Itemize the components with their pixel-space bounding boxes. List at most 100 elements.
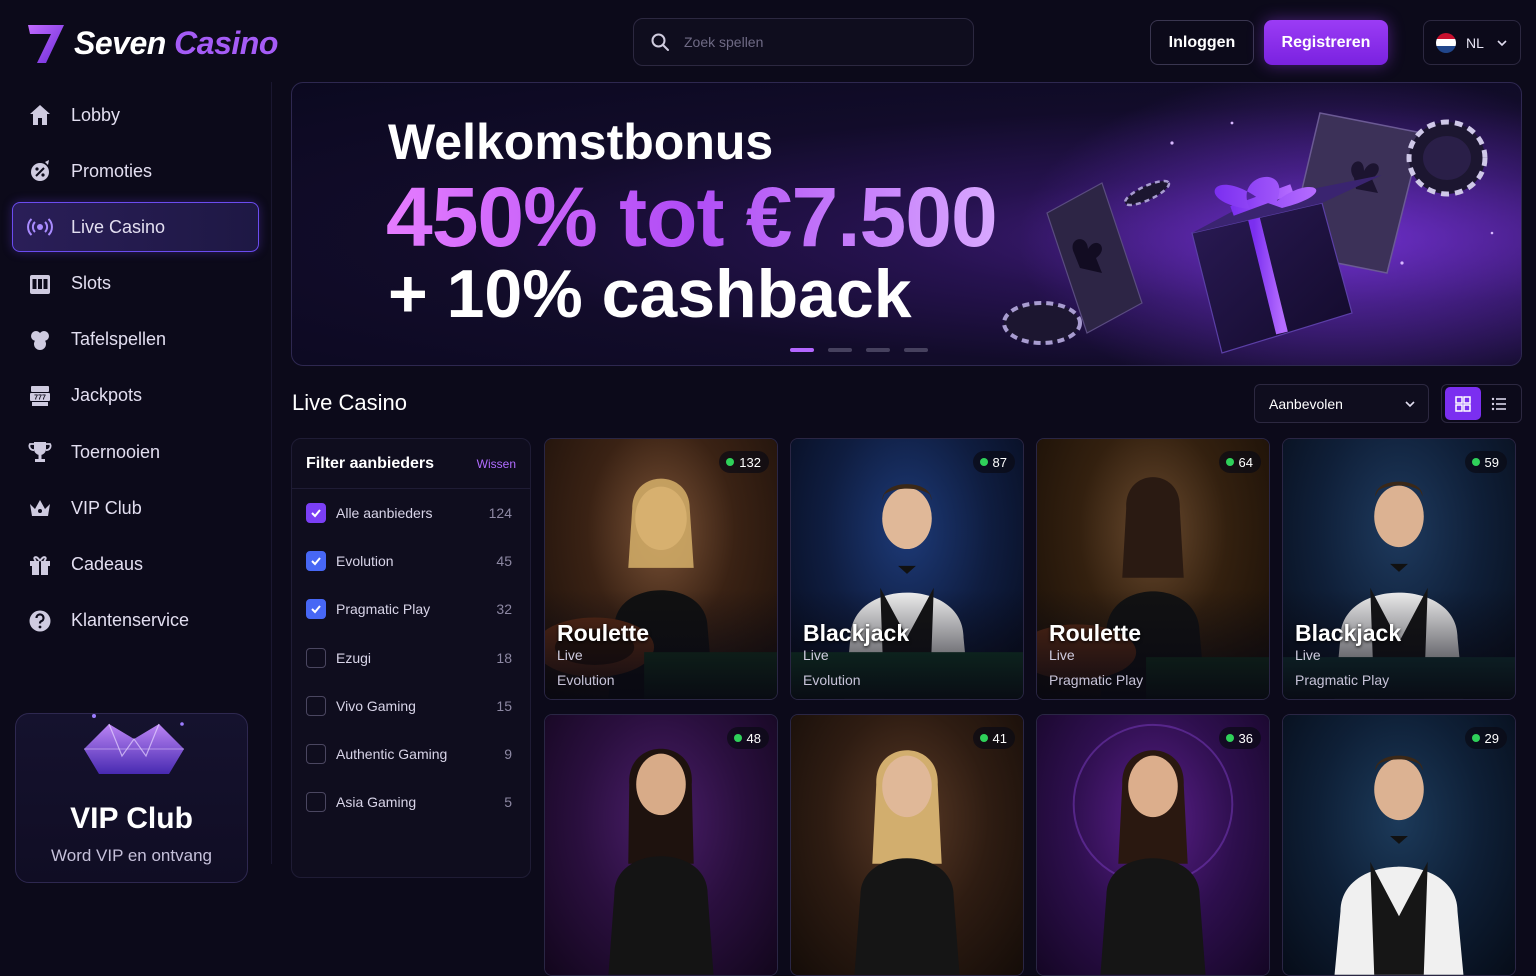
sidebar-item-label: Promoties xyxy=(71,160,153,181)
crown-icon xyxy=(30,500,50,517)
sidebar-item-live-casino[interactable]: Live Casino xyxy=(12,202,259,253)
brand-name-part2: Casino xyxy=(174,24,278,61)
player-count: 41 xyxy=(992,730,1007,746)
sidebar-item-klantenservice[interactable]: Klantenservice xyxy=(12,596,259,646)
checkbox-checked[interactable] xyxy=(306,503,326,524)
game-card[interactable]: 132 Roulette Live Evolution xyxy=(544,438,778,700)
promo-banner[interactable]: Welkomstbonus 450% tot €7.500 + 10% cash… xyxy=(291,82,1522,366)
filter-item-authentic-gaming[interactable]: Authentic Gaming 9 xyxy=(292,730,530,778)
grid-view-button[interactable] xyxy=(1445,387,1481,420)
checkmark-icon xyxy=(311,557,321,566)
game-type: Live xyxy=(557,647,583,663)
checkbox-unchecked[interactable] xyxy=(306,647,326,668)
filter-item-alle-aanbieders[interactable]: Alle aanbieders 124 xyxy=(292,489,530,537)
list-icon xyxy=(1491,397,1506,410)
game-card[interactable]: 29 xyxy=(1282,714,1516,976)
section-title: Live Casino xyxy=(292,390,407,415)
dealer-figure xyxy=(854,750,960,975)
game-card[interactable]: 64 Roulette Live Pragmatic Play xyxy=(1036,438,1270,700)
trophy-icon xyxy=(28,442,52,463)
register-button[interactable]: Registreren xyxy=(1264,20,1388,65)
seven-logo-icon xyxy=(28,25,64,63)
sidebar-item-lobby[interactable]: Lobby xyxy=(12,90,259,140)
sidebar-item-tafelspellen[interactable]: Tafelspellen xyxy=(12,315,259,365)
filter-item-label: Pragmatic Play xyxy=(336,601,431,618)
game-type: Live xyxy=(1049,647,1075,663)
game-type: Live xyxy=(1295,647,1321,663)
game-card[interactable]: 59 Blackjack Live Pragmatic Play xyxy=(1282,438,1516,700)
checkbox-checked[interactable] xyxy=(306,599,326,620)
sidebar-item-promoties[interactable]: Promoties xyxy=(12,146,259,196)
clear-filter-link[interactable]: Wissen xyxy=(477,457,516,471)
live-player-count: 36 xyxy=(1218,727,1261,749)
filter-item-ezugi[interactable]: Ezugi 18 xyxy=(292,634,530,682)
filter-item-count: 18 xyxy=(496,649,512,666)
game-provider: Pragmatic Play xyxy=(1295,672,1390,688)
sidebar-item-label: Slots xyxy=(71,273,112,294)
search-icon xyxy=(651,33,669,51)
live-dot-icon xyxy=(1471,734,1480,742)
banner-bonus-amount: 450% tot €7.500 xyxy=(386,170,998,264)
sidebar-item-toernooien[interactable]: Toernooien xyxy=(12,427,259,477)
dealer-figure xyxy=(1334,755,1464,975)
checkbox-unchecked[interactable] xyxy=(306,744,326,765)
live-dot-icon xyxy=(979,458,988,466)
svg-text:777: 777 xyxy=(34,394,46,401)
game-card[interactable]: 87 Blackjack Live Evolution xyxy=(790,438,1024,700)
game-card[interactable]: 48 xyxy=(544,714,778,976)
sort-dropdown[interactable]: Aanbevolen xyxy=(1254,384,1429,423)
view-toggle xyxy=(1441,384,1522,423)
sidebar-nav: Lobby Promoties Live Casino Slots Tafels… xyxy=(12,90,259,652)
sidebar-item-label: Tafelspellen xyxy=(71,329,167,350)
filter-header: Filter aanbieders Wissen xyxy=(292,439,530,489)
carousel-dot-1[interactable] xyxy=(790,348,814,352)
language-selector[interactable]: NL xyxy=(1423,20,1521,65)
game-card[interactable]: 41 xyxy=(790,714,1024,976)
sidebar-item-slots[interactable]: Slots xyxy=(12,259,259,309)
list-view-button[interactable] xyxy=(1481,387,1517,420)
vip-club-promo-card[interactable]: VIP Club Word VIP en ontvang xyxy=(15,713,248,883)
language-code: NL xyxy=(1466,34,1484,51)
slots-icon xyxy=(30,274,50,294)
player-count: 132 xyxy=(739,454,761,470)
filter-item-evolution[interactable]: Evolution 45 xyxy=(292,537,530,585)
carousel-dot-3[interactable] xyxy=(866,348,890,352)
carousel-dot-2[interactable] xyxy=(828,348,852,352)
login-button[interactable]: Inloggen xyxy=(1150,20,1254,65)
carousel-dot-4[interactable] xyxy=(904,348,928,352)
sidebar-item-cadeaus[interactable]: Cadeaus xyxy=(12,540,259,590)
sidebar-item-jackpots[interactable]: 777 Jackpots xyxy=(12,371,259,421)
checkbox-checked[interactable] xyxy=(306,551,326,572)
checkmark-icon xyxy=(311,509,321,518)
vip-card-title: VIP Club xyxy=(70,802,193,835)
sidebar-item-label: Lobby xyxy=(71,104,121,125)
checkmark-icon xyxy=(311,605,321,614)
live-player-count: 132 xyxy=(719,451,769,473)
search-box[interactable] xyxy=(633,18,974,66)
checkbox-unchecked[interactable] xyxy=(306,695,326,716)
search-input[interactable] xyxy=(684,34,944,50)
live-dot-icon xyxy=(733,734,742,742)
provider-filter-panel: Filter aanbieders Wissen Alle aanbieders… xyxy=(291,438,531,878)
game-provider: Evolution xyxy=(803,672,861,688)
game-name: Blackjack xyxy=(803,620,910,646)
game-card[interactable]: 36 xyxy=(1036,714,1270,976)
live-dot-icon xyxy=(979,734,988,742)
chevron-down-icon xyxy=(1405,400,1415,407)
filter-item-label: Vivo Gaming xyxy=(336,697,416,714)
promo-icon xyxy=(31,160,49,182)
checkbox-unchecked[interactable] xyxy=(306,792,326,813)
carousel-dots xyxy=(790,348,928,352)
grid-icon xyxy=(1455,395,1471,412)
filter-item-count: 124 xyxy=(488,505,512,522)
filter-item-pragmatic-play[interactable]: Pragmatic Play 32 xyxy=(292,585,530,633)
sidebar-item-vip-club[interactable]: VIP Club xyxy=(12,483,259,533)
filter-item-asia-gaming[interactable]: Asia Gaming 5 xyxy=(292,778,530,826)
live-player-count: 29 xyxy=(1464,727,1507,749)
logo[interactable]: Seven Casino xyxy=(26,20,278,66)
vip-card-subtitle: Word VIP en ontvang xyxy=(51,846,212,865)
filter-item-count: 32 xyxy=(496,601,512,618)
player-count: 64 xyxy=(1238,454,1253,470)
filter-item-vivo-gaming[interactable]: Vivo Gaming 15 xyxy=(292,682,530,730)
live-player-count: 41 xyxy=(972,727,1015,749)
